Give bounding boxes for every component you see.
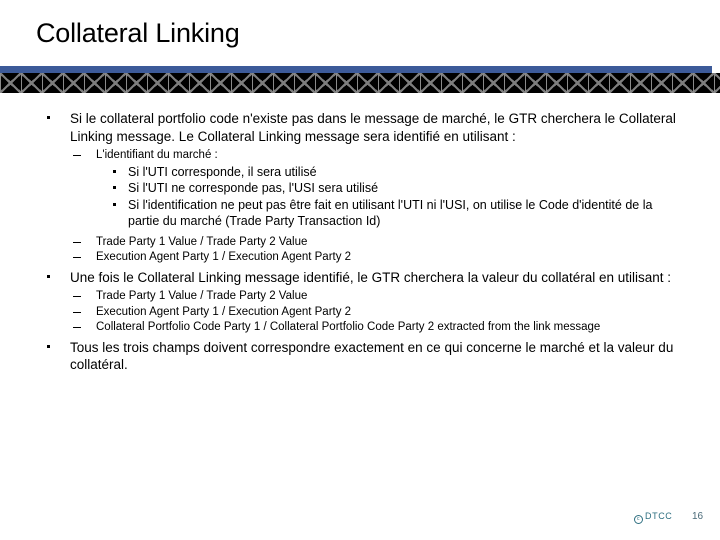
bullet-item-level1: Une fois le Collateral Linking message i… (0, 269, 720, 287)
bullet-text: Collateral Portfolio Code Party 1 / Coll… (96, 321, 601, 333)
brand-name: DTCC (645, 511, 673, 521)
dash-bullet-icon (73, 257, 81, 258)
band-blue-rule (0, 66, 712, 73)
bullet-text: Execution Agent Party 1 / Execution Agen… (96, 251, 352, 263)
band-right-cap (712, 66, 720, 73)
dash-bullet-icon (73, 296, 81, 297)
square-bullet-icon (47, 274, 50, 278)
square-bullet-icon (113, 169, 116, 173)
bullet-item-level2: Trade Party 1 Value / Trade Party 2 Valu… (0, 289, 720, 305)
square-bullet-icon (113, 202, 116, 206)
bullet-item-level2: L'identifiant du marché : (0, 148, 720, 164)
bullet-text: Si l'identification ne peut pas être fai… (128, 197, 653, 229)
bullet-text: Tous les trois champs doivent correspond… (70, 339, 674, 373)
bullet-list: Si le collateral portfolio code n'existe… (0, 110, 720, 374)
dash-bullet-icon (73, 241, 81, 243)
bullet-text: Execution Agent Party 1 / Execution Agen… (96, 305, 352, 318)
copyright-icon: c (634, 515, 643, 524)
slide: Collateral Linking Si le collateral port… (0, 0, 720, 540)
bullet-item-level1: Tous les trois champs doivent correspond… (0, 339, 720, 374)
dtcc-logo: c DTCC (634, 511, 673, 524)
square-bullet-icon (113, 186, 116, 189)
bullet-text: Une fois le Collateral Linking message i… (70, 269, 672, 285)
bullet-item-level1: Si le collateral portfolio code n'existe… (0, 110, 720, 145)
bullet-item-level3: Si l'UTI ne corresponde pas, l'USI sera … (0, 180, 720, 197)
bullet-text: L'identifiant du marché : (96, 149, 218, 161)
bullet-item-level2: Trade Party 1 Value / Trade Party 2 Valu… (0, 235, 720, 251)
bullet-text: Trade Party 1 Value / Trade Party 2 Valu… (96, 235, 308, 248)
dash-bullet-icon (73, 155, 81, 156)
page-title: Collateral Linking (36, 18, 240, 48)
bullet-text: Si le collateral portfolio code n'existe… (70, 111, 676, 144)
bullet-item-level3: Si l'UTI corresponde, il sera utilisé (0, 164, 720, 181)
bullet-text: Trade Party 1 Value / Trade Party 2 Valu… (96, 290, 308, 302)
page-number: 16 (692, 511, 704, 522)
dash-bullet-icon (73, 311, 81, 313)
bullet-text: Si l'UTI ne corresponde pas, l'USI sera … (128, 181, 379, 195)
square-bullet-icon (47, 344, 50, 348)
square-bullet-icon (47, 116, 50, 119)
bullet-text: Si l'UTI corresponde, il sera utilisé (128, 164, 317, 179)
bullet-item-level3: Si l'identification ne peut pas être fai… (0, 197, 720, 230)
band-truss-pattern (0, 73, 720, 93)
decorative-band (0, 66, 720, 93)
bullet-item-level2: Execution Agent Party 1 / Execution Agen… (0, 250, 720, 266)
bullet-item-level2: Execution Agent Party 1 / Execution Agen… (0, 305, 720, 321)
dash-bullet-icon (73, 327, 81, 328)
bullet-item-level2: Collateral Portfolio Code Party 1 / Coll… (0, 320, 720, 336)
